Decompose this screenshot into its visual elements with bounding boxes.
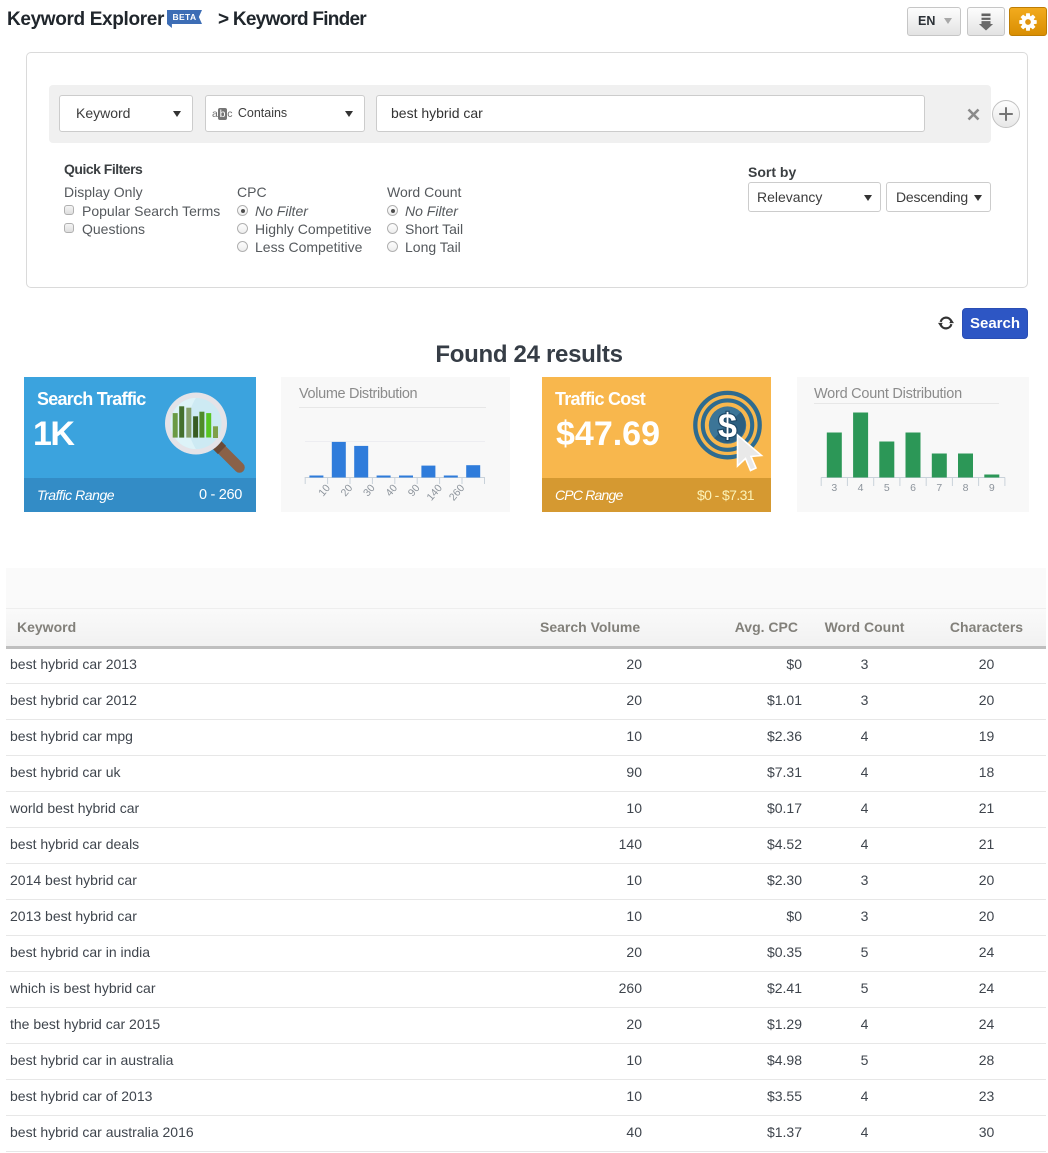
svg-text:40: 40 [383,482,400,499]
svg-text:7: 7 [936,482,942,494]
svg-text:260: 260 [447,482,468,503]
svg-text:3: 3 [831,482,837,494]
svg-text:9: 9 [989,482,995,494]
svg-text:10: 10 [316,482,333,499]
svg-text:20: 20 [339,482,356,499]
svg-text:8: 8 [963,482,969,494]
svg-text:90: 90 [406,482,423,499]
svg-text:6: 6 [910,482,916,494]
svg-text:30: 30 [361,482,378,499]
svg-text:5: 5 [884,482,890,494]
svg-text:$: $ [718,408,737,446]
svg-text:140: 140 [424,482,445,503]
svg-text:4: 4 [858,482,864,494]
